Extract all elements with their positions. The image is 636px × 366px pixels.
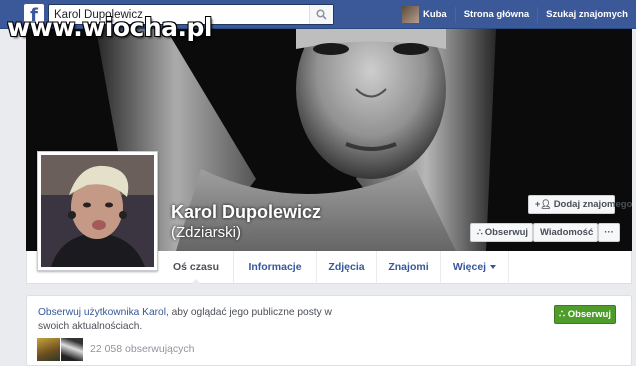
more-button[interactable]: ···: [598, 223, 620, 242]
follow-prompt: Obserwuj użytkownika Karol, aby oglądać …: [38, 306, 358, 334]
tab-about-label: Informacje: [248, 261, 302, 273]
avatar[interactable]: [401, 6, 419, 23]
message-label: Wiadomość: [540, 227, 594, 238]
tab-more[interactable]: Więcej: [441, 251, 509, 283]
follower-avatars: [37, 338, 83, 361]
profile-photo: [41, 155, 154, 267]
follow-green-button[interactable]: ∴ Obserwuj: [554, 305, 616, 324]
profile-name[interactable]: Karol Dupolewicz: [171, 202, 321, 223]
tab-friends-label: Znajomi: [388, 261, 429, 273]
follow-panel: Obserwuj użytkownika Karol, aby oglądać …: [26, 295, 632, 366]
follow-label: Obserwuj: [484, 227, 529, 238]
tab-photos[interactable]: Zdjęcia: [317, 251, 377, 283]
tab-photos-label: Zdjęcia: [328, 261, 365, 273]
add-friend-label: Dodaj znajomego: [553, 199, 633, 210]
nav-find-friends-link[interactable]: Szukaj znajomych: [537, 6, 636, 23]
message-button[interactable]: Wiadomość: [533, 223, 598, 242]
follow-user-link[interactable]: Obserwuj użytkownika Karol,: [38, 307, 169, 318]
more-icon: ···: [604, 227, 614, 238]
followers-count: 22 058 obserwujących: [90, 343, 195, 355]
search-icon: [316, 9, 327, 20]
follow-green-label: Obserwuj: [567, 309, 611, 320]
add-friend-icon: +👤︎: [535, 199, 552, 209]
search-button[interactable]: [309, 5, 333, 24]
profile-picture[interactable]: [37, 151, 158, 271]
tab-timeline-label: Oś czasu: [172, 261, 220, 273]
follow-button[interactable]: ∴ Obserwuj: [470, 223, 533, 242]
chevron-down-icon: [490, 265, 497, 270]
watermark: www.wiocha.pl: [7, 13, 212, 42]
rss-icon: ∴: [559, 309, 568, 320]
rss-icon: ∴: [477, 227, 483, 237]
follower-avatar[interactable]: [61, 338, 83, 361]
top-nav-links: Kuba Strona główna Szukaj znajomych: [401, 0, 636, 29]
add-friend-button[interactable]: +👤︎ Dodaj znajomego: [528, 195, 632, 214]
tab-about[interactable]: Informacje: [234, 251, 317, 283]
nav-home-link[interactable]: Strona główna: [454, 6, 537, 23]
nav-user-link[interactable]: Kuba: [423, 7, 455, 23]
profile-alternate-name: (Zdziarski): [171, 224, 241, 241]
tab-timeline[interactable]: Oś czasu: [159, 251, 234, 284]
tab-more-label: Więcej: [452, 261, 487, 273]
follower-avatar[interactable]: [37, 338, 60, 361]
tab-friends[interactable]: Znajomi: [377, 251, 441, 283]
